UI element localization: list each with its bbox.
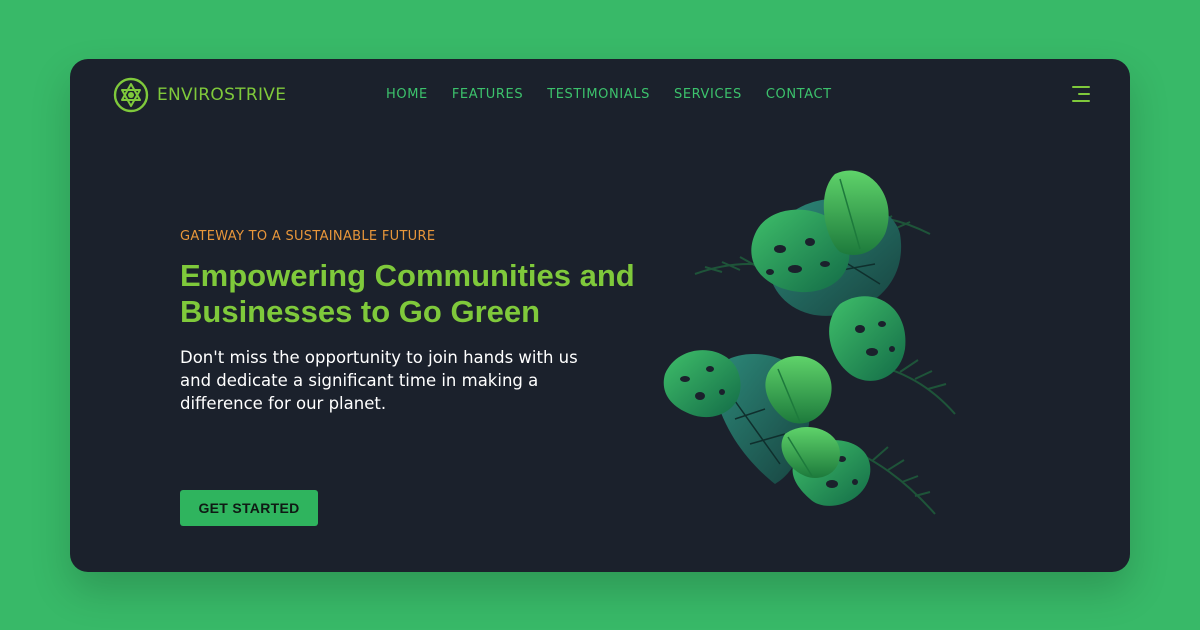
hero-headline: Empowering Communities and Businesses to… bbox=[180, 258, 635, 330]
hero-headline-line2: Businesses to Go Green bbox=[180, 294, 541, 329]
brand[interactable]: ENVIROSTRIVE bbox=[113, 77, 286, 113]
nav-features-link[interactable]: FEATURES bbox=[452, 87, 523, 102]
brand-name: ENVIROSTRIVE bbox=[157, 85, 287, 105]
nav-testimonials-link[interactable]: TESTIMONIALS bbox=[547, 87, 650, 102]
recycle-leaf-logo-icon bbox=[113, 77, 149, 113]
nav-contact-link[interactable]: CONTACT bbox=[766, 87, 832, 102]
hero-eyebrow: GATEWAY TO A SUSTAINABLE FUTURE bbox=[180, 229, 436, 244]
nav-home-link[interactable]: HOME bbox=[386, 87, 428, 102]
hero-headline-line1: Empowering Communities and bbox=[180, 258, 635, 293]
monstera-leaves-illustration bbox=[663, 170, 956, 515]
main-nav: HOME FEATURES TESTIMONIALS SERVICES CONT… bbox=[386, 87, 832, 102]
hero-section: GATEWAY TO A SUSTAINABLE FUTURE Empoweri… bbox=[180, 229, 635, 526]
nav-services-link[interactable]: SERVICES bbox=[674, 87, 742, 102]
hero-lead: Don't miss the opportunity to join hands… bbox=[180, 348, 578, 413]
hero-card: ENVIROSTRIVE HOME FEATURES TESTIMONIALS … bbox=[70, 59, 1130, 572]
get-started-button[interactable]: GET STARTED bbox=[180, 490, 318, 526]
hamburger-menu-icon[interactable] bbox=[1068, 85, 1090, 105]
